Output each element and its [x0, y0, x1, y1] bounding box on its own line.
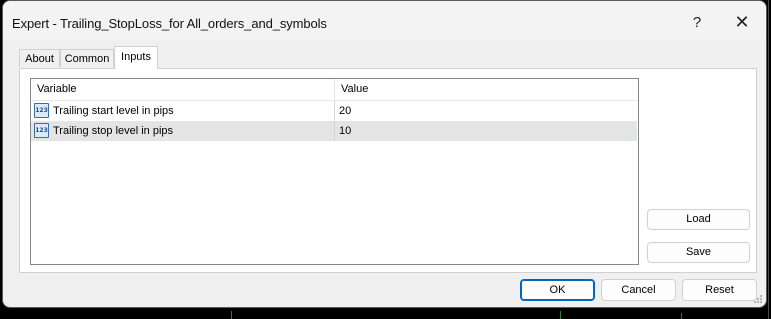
- integer-param-icon: 123: [34, 123, 49, 138]
- tab-inputs[interactable]: Inputs: [114, 46, 158, 69]
- cancel-button[interactable]: Cancel: [601, 279, 676, 301]
- help-icon: ?: [692, 13, 702, 31]
- close-icon: ✕: [734, 11, 750, 32]
- reset-button[interactable]: Reset: [682, 279, 757, 301]
- variable-value[interactable]: 20: [339, 101, 351, 121]
- expert-properties-dialog: Expert - Trailing_StopLoss_for All_order…: [2, 0, 767, 308]
- cell-divider: [334, 121, 335, 141]
- load-button[interactable]: Load: [647, 209, 750, 230]
- input-row-trailing-stop[interactable]: 123 Trailing stop level in pips 10: [31, 121, 637, 141]
- save-button[interactable]: Save: [647, 242, 750, 263]
- dialog-title: Expert - Trailing_StopLoss_for All_order…: [12, 16, 327, 31]
- column-header-value[interactable]: Value: [335, 79, 635, 100]
- list-header: Variable Value: [31, 79, 638, 101]
- ok-button[interactable]: OK: [520, 279, 595, 301]
- resize-grip-icon[interactable]: [753, 294, 763, 304]
- close-button[interactable]: ✕: [724, 7, 760, 37]
- column-header-variable[interactable]: Variable: [31, 79, 334, 100]
- tab-common[interactable]: Common: [60, 49, 114, 67]
- variable-name: Trailing stop level in pips: [53, 125, 174, 137]
- variable-value[interactable]: 10: [339, 121, 351, 141]
- inputs-list[interactable]: Variable Value 123 Trailing start level …: [30, 78, 639, 265]
- cell-divider: [334, 101, 335, 121]
- integer-param-icon: 123: [34, 103, 49, 118]
- help-button[interactable]: ?: [679, 7, 715, 37]
- inputs-panel: Variable Value 123 Trailing start level …: [19, 68, 757, 273]
- title-bar: Expert - Trailing_StopLoss_for All_order…: [3, 1, 766, 39]
- variable-name: Trailing start level in pips: [53, 105, 174, 117]
- input-row-trailing-start[interactable]: 123 Trailing start level in pips 20: [31, 101, 637, 121]
- tab-about[interactable]: About: [19, 49, 60, 67]
